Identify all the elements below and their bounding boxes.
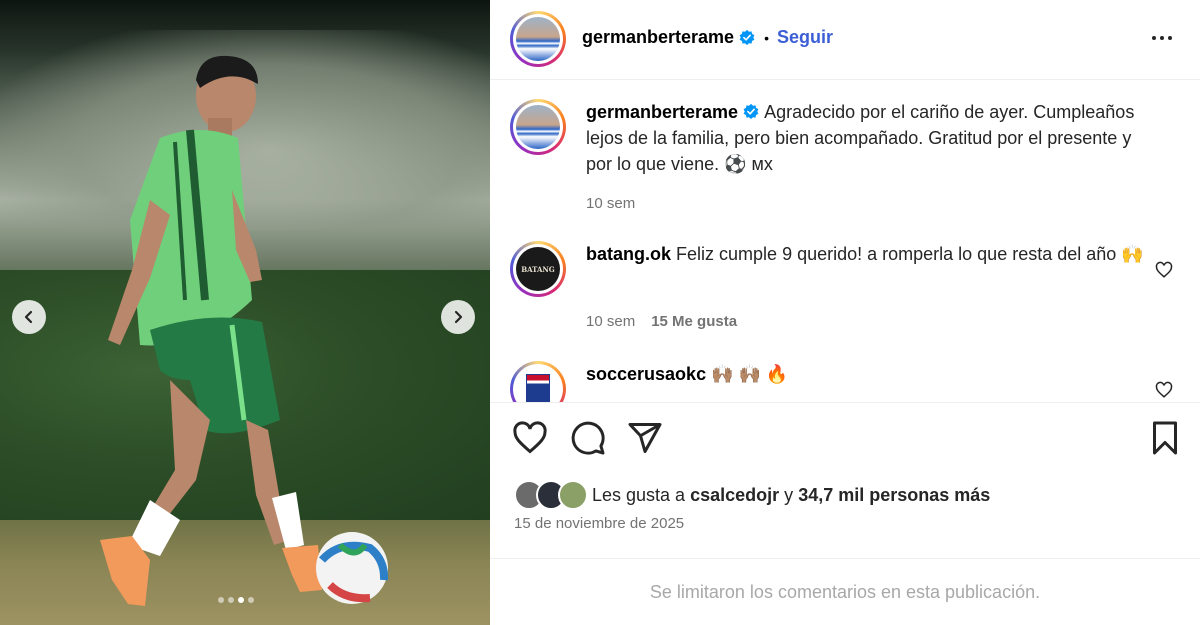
verified-icon xyxy=(739,29,755,45)
author-avatar[interactable] xyxy=(510,11,566,67)
likes-others[interactable]: 34,7 mil personas más xyxy=(798,485,990,506)
likes-summary: Les gusta a csalcedojr y 34,7 mil person… xyxy=(514,480,990,510)
comment-body: 🙌🏽 🙌🏽 🔥 xyxy=(711,364,789,384)
liker-avatars[interactable] xyxy=(514,480,588,510)
post-photo[interactable] xyxy=(0,0,490,625)
comment-username[interactable]: batang.ok xyxy=(586,244,671,264)
verified-icon xyxy=(743,103,759,120)
comment-text: soccerusaokc 🙌🏽 🙌🏽 🔥 xyxy=(586,361,1146,387)
comment-text: batang.ok Feliz cumple 9 querido! a romp… xyxy=(586,241,1146,267)
comment-username[interactable]: soccerusaokc xyxy=(586,364,706,384)
carousel-dot xyxy=(238,597,244,603)
caption-text: germanberterame Agradecido por el cariño… xyxy=(586,99,1146,177)
carousel-indicator xyxy=(218,597,254,603)
liker-avatar xyxy=(558,480,588,510)
comment-icon[interactable] xyxy=(570,420,606,456)
heart-icon[interactable] xyxy=(1155,381,1173,399)
carousel-dot xyxy=(218,597,224,603)
share-icon[interactable] xyxy=(627,420,663,456)
header-separator: • xyxy=(764,29,769,46)
post-date: 15 de noviembre de 2025 xyxy=(514,515,685,532)
likes-user[interactable]: csalcedojr xyxy=(690,485,779,506)
author-username[interactable]: germanberterame xyxy=(582,27,734,48)
comment-avatar[interactable] xyxy=(510,361,566,402)
avatar-logo-text: BATANG xyxy=(521,264,555,274)
caption-time: 10 sem xyxy=(586,195,636,212)
chevron-right-icon xyxy=(454,310,463,324)
bookmark-icon[interactable] xyxy=(1147,420,1183,456)
more-icon[interactable] xyxy=(1150,26,1174,50)
likes-prefix: Les gusta a xyxy=(592,484,686,505)
carousel-prev-button[interactable] xyxy=(12,300,46,334)
comments-list[interactable]: germanberterame Agradecido por el cariño… xyxy=(490,81,1200,403)
player-figure xyxy=(100,55,389,606)
comment-time: 10 sem xyxy=(586,313,636,330)
caption-username[interactable]: germanberterame xyxy=(586,102,738,122)
comments-limited-notice: Se limitaron los comentarios en esta pub… xyxy=(490,558,1200,625)
heart-icon[interactable] xyxy=(1155,261,1173,279)
chevron-left-icon xyxy=(24,310,33,324)
heart-icon[interactable] xyxy=(512,420,548,456)
comment-likes[interactable]: 15 Me gusta xyxy=(651,313,737,330)
carousel-dot xyxy=(228,597,234,603)
follow-button[interactable]: Seguir xyxy=(777,27,833,48)
footer-notice-text: Se limitaron los comentarios en esta pub… xyxy=(649,581,1041,602)
carousel-dot xyxy=(248,597,254,603)
post-header: germanberterame • Seguir xyxy=(490,0,1200,80)
comment-avatar[interactable]: BATANG xyxy=(510,241,566,297)
post-side-panel: germanberterame • Seguir germanberterame xyxy=(490,0,1200,625)
action-bar xyxy=(490,420,1200,464)
carousel-next-button[interactable] xyxy=(441,300,475,334)
caption-avatar[interactable] xyxy=(510,99,566,155)
comment-body: Feliz cumple 9 querido! a romperla lo qu… xyxy=(676,244,1144,264)
likes-connector: y xyxy=(784,484,794,505)
comment-meta: 10 sem 15 Me gusta xyxy=(586,313,737,330)
